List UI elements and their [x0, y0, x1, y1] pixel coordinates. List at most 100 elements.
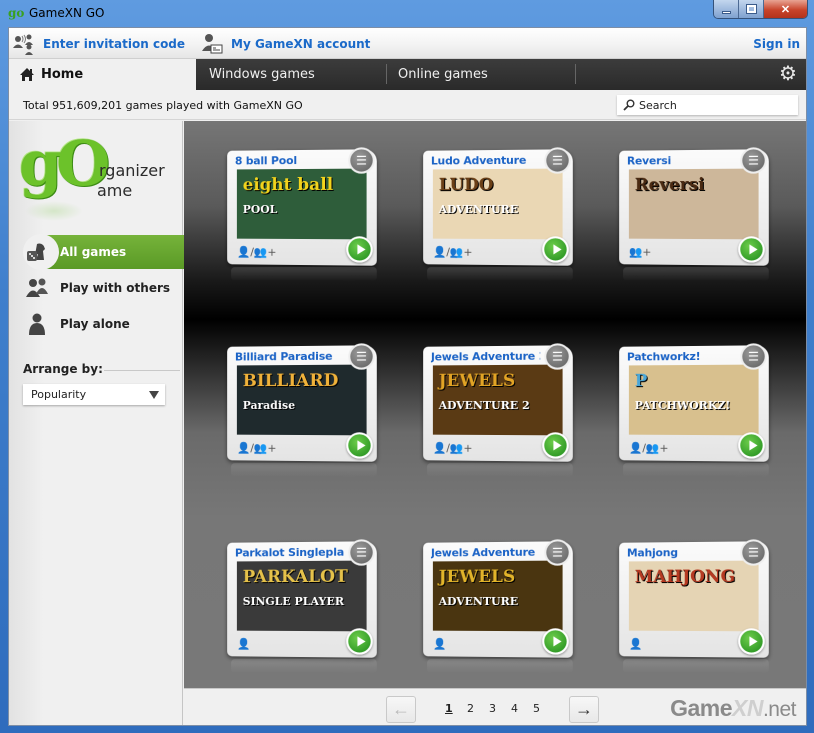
game-thumbnail[interactable]: LUDO ADVENTURE	[432, 168, 563, 240]
player-modes: 👤/👥+	[236, 441, 277, 455]
card-reflection	[427, 462, 573, 478]
app-window: go GameXN GO ✕ Enter invitation code My …	[0, 0, 814, 733]
game-details-button[interactable]: ☰	[740, 343, 767, 370]
game-card[interactable]: Billiard Paradise BILLIARD Paradise ☰ 👤/👥+	[226, 343, 377, 478]
title-bar[interactable]: go GameXN GO ✕	[0, 0, 814, 27]
game-title[interactable]: Mahjong	[627, 546, 736, 559]
tab-home-label: Home	[41, 67, 84, 82]
game-title[interactable]: Jewels Adventure 2	[431, 350, 540, 364]
sidebar-item-play-with-others[interactable]: Play with others	[9, 271, 199, 305]
tab-home[interactable]: Home	[9, 59, 196, 90]
game-card[interactable]: Parkalot Singlepla... PARKALOT SINGLE PLAY…	[226, 539, 377, 674]
arrange-by-select[interactable]: Popularity	[23, 384, 165, 405]
card-reflection	[623, 658, 769, 674]
details-icon: ☰	[552, 545, 563, 560]
account-label: My GameXN account	[231, 36, 371, 51]
play-button[interactable]	[738, 236, 765, 263]
game-details-button[interactable]: ☰	[348, 147, 375, 174]
game-thumbnail[interactable]: PARKALOT SINGLE PLAYER	[236, 560, 367, 632]
game-title[interactable]: 8 ball Pool	[235, 154, 344, 167]
game-thumbnail[interactable]: MAHJONG	[628, 560, 759, 632]
game-details-button[interactable]: ☰	[544, 343, 571, 370]
divider	[104, 370, 180, 371]
game-card[interactable]: Jewels Adventure JEWELS ADVENTURE ☰ 👤	[422, 539, 573, 674]
maximize-button[interactable]	[739, 0, 764, 18]
game-card-body: 8 ball Pool eight ball POOL ☰ 👤/👥+	[227, 147, 377, 266]
game-details-button[interactable]: ☰	[348, 343, 375, 370]
game-title[interactable]: Ludo Adventure	[431, 154, 540, 168]
thumbnail-subtitle: PATCHWORKZ!	[634, 398, 731, 413]
game-thumbnail[interactable]: Reversi	[628, 168, 759, 240]
game-thumbnail[interactable]: eight ball POOL	[236, 168, 367, 240]
details-icon: ☰	[356, 153, 367, 168]
invite-button[interactable]: Enter invitation code	[13, 28, 185, 59]
dice-knight-icon	[25, 240, 49, 264]
nav-divider	[386, 64, 387, 84]
details-icon: ☰	[748, 349, 759, 364]
game-title[interactable]: Billiard Paradise	[235, 350, 344, 364]
game-title[interactable]: Reversi	[627, 154, 736, 167]
game-card[interactable]: 8 ball Pool eight ball POOL ☰ 👤/👥+	[226, 147, 377, 282]
game-title[interactable]: Jewels Adventure	[431, 546, 540, 560]
nav-bar: Home Windows games Online games ⚙	[9, 59, 806, 90]
game-title[interactable]: Patchworkz!	[627, 350, 736, 364]
settings-gear-icon[interactable]: ⚙	[778, 64, 798, 84]
player-modes: 👤/👥+	[432, 441, 473, 455]
game-details-button[interactable]: ☰	[740, 539, 767, 566]
tab-online-games[interactable]: Online games	[398, 59, 488, 90]
page-5[interactable]: 5	[533, 702, 540, 715]
account-button[interactable]: My GameXN account	[201, 28, 370, 59]
play-button[interactable]	[738, 432, 765, 459]
page-2[interactable]: 2	[467, 702, 474, 715]
game-card[interactable]: Mahjong MAHJONG ☰ 👤	[618, 539, 769, 674]
player-modes: 👤	[236, 637, 251, 651]
next-page-button[interactable]: →	[569, 696, 599, 723]
tab-windows-games[interactable]: Windows games	[209, 59, 315, 90]
gamexn-brand-logo: GameXN.net	[670, 695, 796, 722]
game-card[interactable]: Jewels Adventure 2 JEWELS ADVENTURE 2 ☰ 👤/👥+	[422, 343, 573, 478]
game-card[interactable]: Patchworkz! P PATCHWORKZ! ☰ 👤/👥+	[618, 343, 769, 478]
game-card[interactable]: Ludo Adventure LUDO ADVENTURE ☰ 👤/👥+	[422, 147, 573, 282]
card-reflection	[623, 266, 769, 282]
sidebar-item-play-alone[interactable]: Play alone	[9, 307, 199, 341]
search-icon	[623, 99, 635, 111]
maximize-icon	[745, 4, 757, 14]
sign-in-link[interactable]: Sign in	[753, 28, 800, 59]
search-input[interactable]: Search	[617, 95, 798, 115]
game-details-button[interactable]: ☰	[740, 147, 767, 174]
play-button[interactable]	[346, 628, 373, 655]
window-title: GameXN GO	[29, 6, 105, 20]
game-details-button[interactable]: ☰	[348, 539, 375, 566]
game-thumbnail[interactable]: JEWELS ADVENTURE 2	[432, 364, 563, 436]
play-button[interactable]	[738, 628, 765, 655]
sidebar-item-label: Play with others	[60, 281, 171, 295]
game-thumbnail[interactable]: P PATCHWORKZ!	[628, 364, 759, 436]
game-details-button[interactable]: ☰	[544, 147, 571, 174]
close-button[interactable]: ✕	[764, 0, 807, 18]
play-button[interactable]	[542, 628, 569, 655]
page-4[interactable]: 4	[511, 702, 518, 715]
sidebar-item-all-games[interactable]: All games	[9, 234, 199, 270]
thumbnail-subtitle: POOL	[242, 203, 278, 216]
game-card-body: Reversi Reversi ☰ 👥+	[619, 147, 769, 266]
game-card[interactable]: Reversi Reversi ☰ 👥+	[618, 147, 769, 282]
play-button[interactable]	[346, 432, 373, 459]
tab-windows-games-label: Windows games	[209, 67, 315, 82]
page-1[interactable]: 1	[445, 702, 453, 715]
prev-page-button[interactable]: ←	[386, 696, 416, 723]
details-icon: ☰	[552, 153, 563, 168]
nav-divider	[575, 64, 576, 84]
game-title[interactable]: Parkalot Singlepla...	[235, 546, 344, 560]
play-button[interactable]	[542, 432, 569, 459]
play-button[interactable]	[346, 236, 373, 263]
game-thumbnail[interactable]: BILLIARD Paradise	[236, 364, 367, 436]
minimize-button[interactable]	[714, 0, 739, 18]
thumbnail-title: BILLIARD	[242, 370, 339, 392]
thumbnail-title: JEWELS	[438, 370, 516, 392]
pagination-bar: ← 1 2 3 4 5 → GameXN.net	[184, 688, 806, 725]
game-thumbnail[interactable]: JEWELS ADVENTURE	[432, 560, 563, 632]
play-button[interactable]	[542, 236, 569, 263]
page-3[interactable]: 3	[489, 702, 496, 715]
game-details-button[interactable]: ☰	[544, 539, 571, 566]
total-games-played: Total 951,609,201 games played with Game…	[23, 99, 303, 112]
